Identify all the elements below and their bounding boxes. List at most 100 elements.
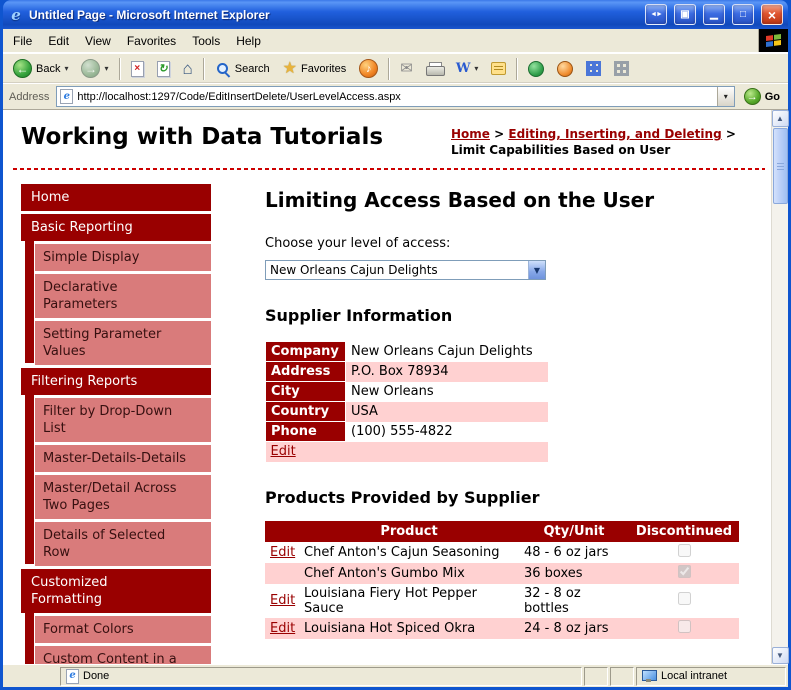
table-row: Phone (100) 555-4822 <box>265 421 548 442</box>
product-edit-link[interactable]: Edit <box>270 593 295 608</box>
go-label: Go <box>764 90 780 103</box>
windows-logo <box>758 29 788 52</box>
title-nav-button[interactable]: ◄► <box>645 4 667 25</box>
page-favicon: e <box>60 89 74 104</box>
sidebar-item-setting-parameter-values[interactable]: Setting Parameter Values <box>35 321 211 365</box>
menu-favorites[interactable]: Favorites <box>119 29 184 52</box>
addon-button-2[interactable] <box>551 58 579 80</box>
stop-button[interactable]: × <box>125 58 150 80</box>
title-page-button[interactable]: ▣ <box>674 4 696 25</box>
back-chevron-down-icon: ▾ <box>64 64 69 73</box>
sidebar-group-basic-reporting: Basic Reporting Simple Display Declarati… <box>21 214 211 365</box>
toolbar-separator <box>516 57 519 80</box>
column-header-discontinued: Discontinued <box>629 520 739 542</box>
scroll-down-button[interactable]: ▼ <box>771 647 789 664</box>
menu-help[interactable]: Help <box>228 29 269 52</box>
menu-file[interactable]: File <box>5 29 40 52</box>
access-level-select[interactable]: New Orleans Cajun Delights ▼ <box>265 260 546 280</box>
go-button[interactable]: → Go <box>740 88 784 105</box>
product-edit-link[interactable]: Edit <box>270 545 295 560</box>
address-input[interactable] <box>77 90 713 103</box>
print-icon <box>425 62 445 76</box>
word-edit-icon: W <box>455 61 471 76</box>
maximize-button[interactable]: □ <box>732 4 754 25</box>
back-icon: ← <box>13 59 32 78</box>
scrollbar-thumb[interactable] <box>772 128 788 204</box>
breadcrumb-separator: > <box>725 127 736 141</box>
menu-edit[interactable]: Edit <box>40 29 77 52</box>
sidebar-item-declarative-parameters[interactable]: Declarative Parameters <box>35 274 211 318</box>
table-row: Edit Louisiana Hot Spiced Okra 24 - 8 oz… <box>265 617 739 639</box>
discontinued-checkbox[interactable] <box>677 543 691 557</box>
sidebar-item-home[interactable]: Home <box>21 184 211 211</box>
back-label: Back <box>36 62 61 75</box>
product-qty-cell: 32 - 8 oz bottles <box>524 585 581 616</box>
edit-with-word-button[interactable]: W ▾ <box>450 58 485 79</box>
discontinued-checkbox[interactable] <box>677 564 691 578</box>
main-content: Limiting Access Based on the User Choose… <box>265 184 771 664</box>
address-field[interactable]: e ▾ <box>56 86 735 107</box>
column-header <box>265 520 299 542</box>
sidebar-item-filtering-reports[interactable]: Filtering Reports <box>21 368 211 395</box>
sidebar-item-details-of-selected-row[interactable]: Details of Selected Row <box>35 522 211 566</box>
product-qty-cell: 36 boxes <box>519 562 629 584</box>
supplier-edit-link[interactable]: Edit <box>271 444 296 459</box>
home-button[interactable]: ⌂ <box>177 57 199 80</box>
menu-tools[interactable]: Tools <box>184 29 228 52</box>
supplier-field-label: Address <box>265 361 346 382</box>
combo-arrow-icon[interactable]: ▼ <box>528 261 545 279</box>
address-dropdown-button[interactable]: ▾ <box>716 87 734 106</box>
sidebar-item-master-details-details[interactable]: Master-Details-Details <box>35 445 211 472</box>
menu-bar: File Edit View Favorites Tools Help <box>3 29 788 53</box>
breadcrumb-section-link[interactable]: Editing, Inserting, and Deleting <box>508 127 721 141</box>
sidebar-item-master-detail-across-two-pages[interactable]: Master/Detail Across Two Pages <box>35 475 211 519</box>
close-button[interactable]: × <box>761 4 783 25</box>
sidebar-item-basic-reporting[interactable]: Basic Reporting <box>21 214 211 241</box>
refresh-button[interactable]: ↻ <box>151 58 176 80</box>
discontinued-checkbox[interactable] <box>677 619 691 633</box>
favorites-button[interactable]: ★ Favorites <box>277 58 353 80</box>
scrollbar-track[interactable] <box>772 127 789 647</box>
supplier-field-label: City <box>265 381 346 402</box>
site-title: Working with Data Tutorials <box>21 124 384 150</box>
product-edit-link[interactable]: Edit <box>270 621 295 636</box>
security-zone-pane: Local intranet <box>636 666 786 686</box>
access-level-label: Choose your level of access: <box>265 236 451 251</box>
vertical-scrollbar[interactable]: ▲ ▼ <box>771 110 789 664</box>
breadcrumb-home-link[interactable]: Home <box>451 127 490 141</box>
window-body: File Edit View Favorites Tools Help ← Ba… <box>3 29 789 687</box>
windows-flag-icon <box>766 33 781 48</box>
addon-button-1[interactable] <box>522 58 550 80</box>
addon-button-4[interactable] <box>608 58 635 79</box>
addon-icon-2 <box>557 60 574 77</box>
scroll-up-button[interactable]: ▲ <box>771 110 789 127</box>
search-label: Search <box>234 62 270 75</box>
addon-dotted-grid-icon <box>614 61 630 76</box>
table-row: Edit <box>265 441 548 462</box>
refresh-icon: ↻ <box>156 60 170 77</box>
sidebar-item-filter-by-dropdown-list[interactable]: Filter by Drop-Down List <box>35 398 211 442</box>
minimize-button[interactable]: ▁ <box>703 4 725 25</box>
sidebar-item-customized-formatting[interactable]: Customized Formatting <box>21 569 211 613</box>
supplier-field-label: Company <box>265 341 346 362</box>
discontinued-checkbox[interactable] <box>677 592 691 605</box>
sidebar-item-simple-display[interactable]: Simple Display <box>35 244 211 271</box>
media-button[interactable]: ♪ <box>353 56 384 81</box>
back-button[interactable]: ← Back ▾ <box>7 56 74 81</box>
addon-grid-icon <box>586 61 602 76</box>
sidebar-item-custom-content[interactable]: Custom Content in a <box>35 646 211 664</box>
forward-button[interactable]: → ▾ <box>75 56 114 81</box>
addon-icon-1 <box>528 60 545 77</box>
status-bar: e Done Local intranet <box>3 664 788 687</box>
product-name-cell: Louisiana Hot Spiced Okra <box>299 617 519 639</box>
menu-view[interactable]: View <box>77 29 119 52</box>
discuss-icon <box>491 62 507 75</box>
search-button[interactable]: Search <box>209 58 276 80</box>
discuss-button[interactable] <box>485 59 512 78</box>
addon-button-3[interactable] <box>580 58 607 79</box>
print-button[interactable] <box>420 59 449 78</box>
sidebar-item-format-colors[interactable]: Format Colors <box>35 616 211 643</box>
mail-icon: ✉ <box>400 60 413 77</box>
sidebar-group-filtering-reports: Filtering Reports Filter by Drop-Down Li… <box>21 368 211 566</box>
mail-button[interactable]: ✉ <box>394 58 419 79</box>
